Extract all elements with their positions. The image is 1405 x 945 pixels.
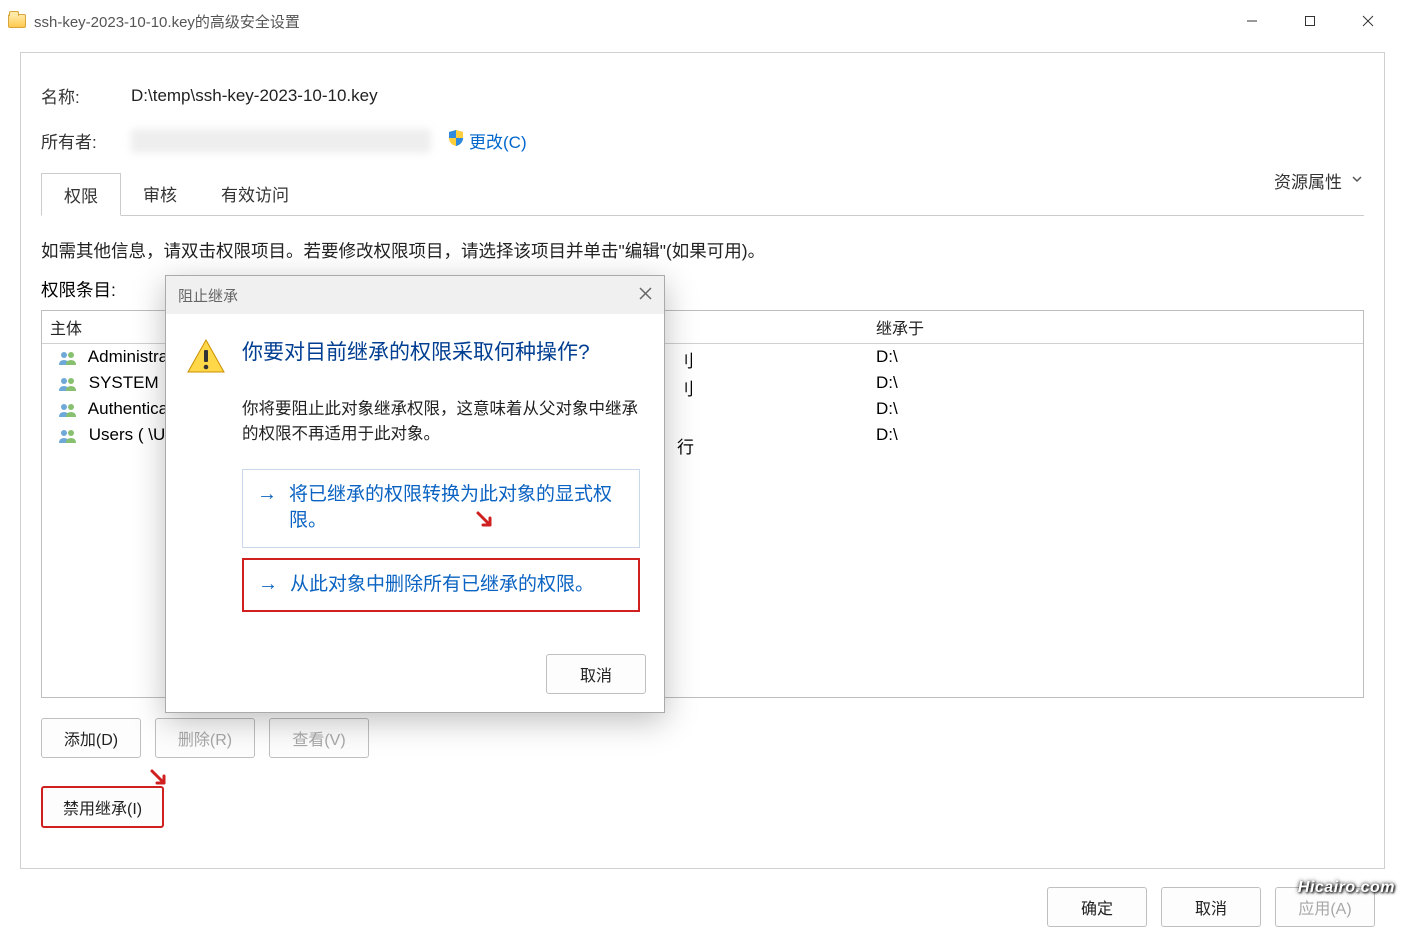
- inherit-cell: D:\: [872, 399, 1363, 419]
- modal-body: 你要对目前继承的权限采取何种操作? 你将要阻止此对象继承权限，这意味着从父对象中…: [166, 314, 664, 644]
- users-icon: [58, 402, 78, 418]
- maximize-button[interactable]: [1281, 2, 1339, 40]
- principal-name: Users ( \U: [89, 425, 166, 444]
- inherit-cell: D:\: [872, 425, 1363, 445]
- arrow-right-icon: →: [257, 483, 277, 506]
- warning-icon: [186, 338, 226, 379]
- users-icon: [58, 350, 78, 366]
- partial-cell: 行: [677, 433, 694, 458]
- partial-cell: 刂: [677, 347, 694, 372]
- window-controls: [1223, 2, 1397, 40]
- modal-close-button[interactable]: [639, 287, 652, 304]
- tabs: 权限 审核 有效访问: [41, 173, 1364, 216]
- owner-label: 所有者:: [41, 128, 131, 153]
- info-text: 如需其他信息，请双击权限项目。若要修改权限项目，请选择该项目并单击"编辑"(如果…: [41, 238, 1364, 263]
- minimize-button[interactable]: [1223, 2, 1281, 40]
- titlebar: ssh-key-2023-10-10.key的高级安全设置: [0, 0, 1405, 42]
- inherit-cell: D:\: [872, 373, 1363, 393]
- modal-question: 你要对目前继承的权限采取何种操作?: [242, 336, 590, 366]
- inherit-row: 禁用继承(I): [41, 786, 1364, 828]
- owner-field: 所有者: 更改(C): [41, 128, 1364, 153]
- remove-button: 删除(R): [155, 718, 255, 758]
- users-icon: [58, 428, 78, 444]
- arrow-right-icon: →: [258, 573, 278, 596]
- block-inheritance-dialog: 阻止继承 你要对目前继承的权限采取何种操作? 你将要阻止此对象继承权限，这意味着…: [165, 275, 665, 713]
- owner-value-redacted: [131, 129, 431, 153]
- add-button[interactable]: 添加(D): [41, 718, 141, 758]
- action-buttons: 添加(D) 删除(R) 查看(V): [41, 718, 1364, 758]
- view-button: 查看(V): [269, 718, 369, 758]
- close-button[interactable]: [1339, 2, 1397, 40]
- users-icon: [58, 376, 78, 392]
- name-field: 名称: D:\temp\ssh-key-2023-10-10.key: [41, 83, 1364, 108]
- dialog-buttons: 确定 取消 应用(A): [0, 869, 1405, 945]
- option-convert-permissions[interactable]: → 将已继承的权限转换为此对象的显式权限。: [242, 469, 640, 548]
- window-title: ssh-key-2023-10-10.key的高级安全设置: [34, 11, 300, 32]
- modal-titlebar: 阻止继承: [166, 276, 664, 314]
- ok-button[interactable]: 确定: [1047, 887, 1147, 927]
- modal-footer: 取消: [166, 644, 664, 712]
- name-value: D:\temp\ssh-key-2023-10-10.key: [131, 86, 378, 106]
- partial-cell: 刂: [677, 375, 694, 400]
- col-inherited-from[interactable]: 继承于: [872, 315, 1363, 339]
- modal-cancel-button[interactable]: 取消: [546, 654, 646, 694]
- principal-name: SYSTEM: [89, 373, 159, 392]
- modal-title: 阻止继承: [178, 285, 238, 306]
- modal-description: 你将要阻止此对象继承权限，这意味着从父对象中继承的权限不再适用于此对象。: [242, 397, 640, 447]
- watermark: Hicairo.com: [1298, 879, 1395, 897]
- resource-attr-label: 资源属性: [1274, 168, 1342, 193]
- cancel-button[interactable]: 取消: [1161, 887, 1261, 927]
- tab-permissions[interactable]: 权限: [41, 173, 121, 216]
- tab-audit[interactable]: 审核: [121, 173, 199, 216]
- option-text: 从此对象中删除所有已继承的权限。: [290, 572, 594, 599]
- disable-inheritance-button[interactable]: 禁用继承(I): [41, 786, 164, 828]
- inherit-cell: D:\: [872, 347, 1363, 367]
- chevron-down-icon: [1350, 171, 1364, 191]
- option-remove-permissions[interactable]: → 从此对象中删除所有已继承的权限。: [242, 558, 640, 613]
- shield-icon: [447, 129, 465, 152]
- tab-effective-access[interactable]: 有效访问: [199, 173, 311, 216]
- option-text: 将已继承的权限转换为此对象的显式权限。: [289, 482, 625, 535]
- change-owner-link[interactable]: 更改(C): [469, 128, 527, 153]
- resource-attributes-toggle[interactable]: 资源属性: [1274, 168, 1364, 193]
- name-label: 名称:: [41, 83, 131, 108]
- folder-icon: [8, 14, 26, 28]
